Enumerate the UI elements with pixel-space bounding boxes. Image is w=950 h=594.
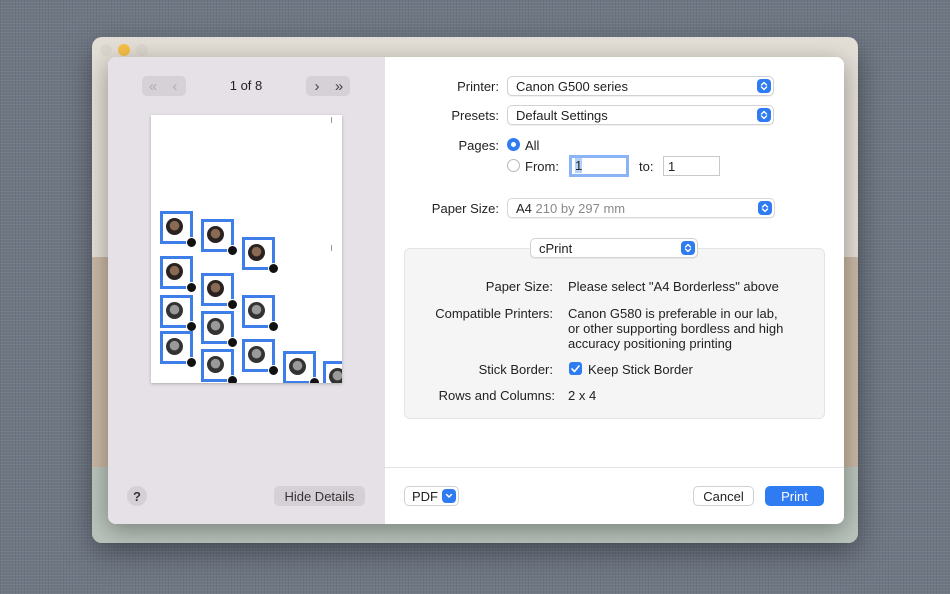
next-page-button[interactable]: › xyxy=(306,76,328,96)
cprint-paper-size-label: Paper Size: xyxy=(485,279,553,294)
chevron-down-icon xyxy=(442,489,456,503)
cancel-button[interactable]: Cancel xyxy=(693,486,754,506)
sticker-preview xyxy=(160,211,197,248)
footer-divider xyxy=(385,467,844,468)
chevron-updown-icon xyxy=(758,201,772,215)
compatible-printers-line3: accuracy positioning printing xyxy=(568,336,733,351)
sticker-preview xyxy=(242,295,279,332)
paper-size-popup[interactable]: A4 210 by 297 mm xyxy=(507,198,775,218)
sticker-preview xyxy=(283,351,320,383)
pages-to-label: to: xyxy=(639,159,654,174)
section-popup-value: cPrint xyxy=(539,241,573,256)
stick-border-label: Stick Border: xyxy=(478,362,553,377)
zoom-window-button[interactable] xyxy=(136,44,148,56)
keep-stick-border-label: Keep Stick Border xyxy=(588,362,693,377)
pages-to-field[interactable]: 1 xyxy=(663,156,720,176)
preview-pane: « ‹ 1 of 8 › » ? Hide Details xyxy=(108,57,385,524)
printer-value: Canon G500 series xyxy=(516,79,629,94)
compatible-printers-line2: or other supporting bordless and high xyxy=(568,321,784,336)
page-forward-controls: › » xyxy=(306,76,350,96)
crop-mark xyxy=(331,245,332,251)
chevron-updown-icon xyxy=(681,241,695,255)
print-dialog: « ‹ 1 of 8 › » ? Hide Details Printer: C… xyxy=(108,57,844,524)
rows-columns-value: 2 x 4 xyxy=(568,388,597,403)
page-indicator: 1 of 8 xyxy=(229,78,263,93)
close-window-button[interactable] xyxy=(100,44,112,56)
sticker-preview xyxy=(201,311,238,348)
minimize-window-button[interactable] xyxy=(118,44,130,56)
sticker-preview xyxy=(201,273,238,310)
previous-page-button[interactable]: ‹ xyxy=(164,76,186,96)
sticker-preview xyxy=(323,361,342,383)
checkmark-icon xyxy=(571,364,580,372)
sticker-preview xyxy=(242,339,279,376)
sticker-preview xyxy=(160,331,197,368)
section-popup[interactable]: cPrint xyxy=(530,238,698,258)
page-back-controls: « ‹ xyxy=(142,76,186,96)
pdf-menu-button[interactable]: PDF xyxy=(404,486,459,506)
pages-all-label: All xyxy=(525,138,540,153)
keep-stick-border-checkbox[interactable] xyxy=(569,362,582,375)
pages-from-label: From: xyxy=(525,159,559,174)
help-button[interactable]: ? xyxy=(127,486,147,506)
first-page-button[interactable]: « xyxy=(142,76,164,96)
sticker-preview xyxy=(160,295,197,332)
cprint-options-box: Paper Size: Please select "A4 Borderless… xyxy=(404,248,825,419)
pages-all-radio[interactable] xyxy=(507,138,520,151)
paper-size-label: Paper Size: xyxy=(431,201,499,216)
presets-label: Presets: xyxy=(451,108,499,123)
pdf-label: PDF xyxy=(412,489,438,504)
rows-columns-label: Rows and Columns: xyxy=(438,388,555,403)
presets-popup[interactable]: Default Settings xyxy=(507,105,774,125)
help-icon: ? xyxy=(133,488,141,504)
printer-popup[interactable]: Canon G500 series xyxy=(507,76,774,96)
pages-range-radio[interactable] xyxy=(507,159,520,172)
pages-label: Pages: xyxy=(458,138,499,153)
presets-value: Default Settings xyxy=(516,108,608,123)
crop-mark xyxy=(331,117,332,123)
chevron-updown-icon xyxy=(757,108,771,122)
paper-size-value: A4 xyxy=(516,201,532,216)
pages-from-field[interactable]: 1 xyxy=(569,155,629,177)
paper-size-detail: 210 by 297 mm xyxy=(535,201,626,216)
compatible-printers-line1: Canon G580 is preferable in our lab, xyxy=(568,306,778,321)
settings-pane: Printer: Canon G500 series Presets: Defa… xyxy=(385,57,844,524)
chevron-updown-icon xyxy=(757,79,771,93)
sticker-preview xyxy=(201,219,238,256)
sticker-preview xyxy=(201,349,238,383)
print-button[interactable]: Print xyxy=(765,486,824,506)
printer-label: Printer: xyxy=(457,79,499,94)
sticker-preview xyxy=(160,256,197,293)
sticker-preview xyxy=(242,237,279,274)
last-page-button[interactable]: » xyxy=(328,76,350,96)
hide-details-button[interactable]: Hide Details xyxy=(274,486,365,506)
cprint-paper-size-value: Please select "A4 Borderless" above xyxy=(568,279,779,294)
page-preview xyxy=(151,115,342,383)
compatible-printers-label: Compatible Printers: xyxy=(435,306,553,321)
